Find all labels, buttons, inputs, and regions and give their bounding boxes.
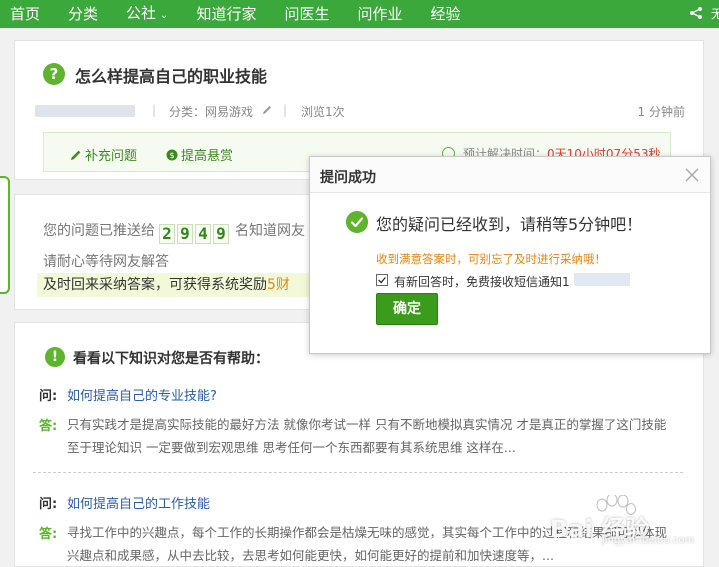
nav-homework[interactable]: 问作业 bbox=[343, 0, 416, 28]
related-answer-text: 只有实践才是提高实际技能的最好方法 就像你考试一样 只有不断地模拟真实情况 才是… bbox=[67, 417, 667, 455]
exclamation-icon: ! bbox=[45, 347, 65, 367]
top-nav: 首页 分类 公社 ⌄ 知道行家 问医生 问作业 经验 无 bbox=[0, 0, 719, 28]
question-title: 怎么样提高自己的职业技能 bbox=[75, 67, 268, 86]
supplement-question-button[interactable]: 补充问题 bbox=[70, 145, 137, 164]
supplement-question-label: 补充问题 bbox=[85, 149, 138, 164]
wait-notice: 请耐心等待网友解答 bbox=[43, 254, 169, 270]
nav-experts[interactable]: 知道行家 bbox=[182, 0, 270, 28]
edit-icon bbox=[71, 150, 81, 160]
baidu-jingyan-watermark: Bai 经验 jingyan.baidu.com bbox=[540, 495, 710, 555]
raise-reward-label: 提高悬赏 bbox=[181, 149, 234, 164]
question-label: 问: bbox=[39, 497, 58, 512]
question-label: 问: bbox=[39, 389, 58, 404]
phone-number-blurred bbox=[574, 273, 630, 286]
reward-amount: 5财 bbox=[267, 277, 290, 293]
meta-separator: | bbox=[152, 103, 157, 117]
push-digit: 2 bbox=[159, 224, 175, 244]
question-meta: | 分类：网易游戏 | 浏览1次 1 分钟前 bbox=[35, 103, 685, 119]
reward-notice: 及时回来采纳答案，可获得系统奖励5财 bbox=[37, 273, 313, 297]
coin-icon: $ bbox=[166, 149, 178, 161]
close-icon[interactable] bbox=[684, 167, 700, 183]
answer-label: 答: bbox=[39, 527, 58, 542]
push-digit: 9 bbox=[213, 224, 229, 244]
watermark-url: jingyan.baidu.com bbox=[602, 535, 695, 546]
dialog-header: 提问成功 bbox=[310, 157, 710, 193]
related-question-link[interactable]: 如何提高自己的工作技能 bbox=[67, 493, 210, 512]
push-prefix: 您的问题已推送给 bbox=[43, 223, 155, 239]
nav-doctor[interactable]: 问医生 bbox=[270, 0, 343, 28]
answer-label: 答: bbox=[39, 419, 58, 434]
dialog-title: 提问成功 bbox=[320, 170, 376, 186]
meta-separator: | bbox=[283, 103, 288, 117]
nav-category[interactable]: 分类 bbox=[54, 0, 112, 28]
confirm-button[interactable]: 确定 bbox=[376, 293, 438, 325]
reward-notice-text: 及时回来采纳答案，可获得系统奖励 bbox=[43, 277, 267, 293]
push-count: 2949 bbox=[159, 224, 231, 244]
pencil-icon[interactable] bbox=[261, 104, 273, 116]
side-feedback-tab[interactable] bbox=[0, 176, 10, 294]
question-category: 分类：网易游戏 bbox=[169, 105, 254, 119]
push-count-line: 您的问题已推送给 2 9 4 9 名知道网友 bbox=[43, 220, 305, 244]
related-question-link[interactable]: 如何提高自己的专业技能? bbox=[67, 385, 217, 404]
nav-more[interactable]: 无 bbox=[711, 0, 719, 28]
check-circle-icon bbox=[346, 211, 368, 233]
question-views: 浏览1次 bbox=[301, 105, 345, 119]
related-title: 看看以下知识对您是否有帮助： bbox=[73, 351, 269, 367]
adopt-tip: 收到满意答案时，可别忘了及时进行采纳哦！ bbox=[376, 252, 606, 266]
question-mark-icon: ? bbox=[43, 63, 65, 85]
svg-text:$: $ bbox=[169, 151, 174, 160]
ask-success-dialog: 提问成功 您的疑问已经收到，请稍等5分钟吧！ 收到满意答案时，可别忘了及时进行采… bbox=[309, 156, 711, 354]
divider bbox=[33, 472, 683, 473]
push-suffix: 名知道网友 bbox=[235, 223, 305, 239]
success-message: 您的疑问已经收到，请稍等5分钟吧！ bbox=[376, 215, 643, 234]
nav-home[interactable]: 首页 bbox=[0, 0, 54, 28]
username-blurred bbox=[35, 105, 135, 117]
raise-reward-button[interactable]: $ 提高悬赏 bbox=[166, 145, 233, 164]
question-time: 1 分钟前 bbox=[637, 105, 685, 119]
sms-notify-label: 有新回答时，免费接收短信通知1 bbox=[394, 275, 570, 289]
share-icon[interactable] bbox=[689, 6, 703, 20]
sms-notify-checkbox[interactable] bbox=[376, 274, 388, 286]
nav-community-label: 公社 bbox=[126, 3, 157, 22]
nav-community[interactable]: 公社 ⌄ bbox=[112, 0, 182, 30]
push-digit: 4 bbox=[195, 224, 211, 244]
nav-experience[interactable]: 经验 bbox=[416, 0, 474, 28]
chevron-down-icon: ⌄ bbox=[160, 9, 169, 21]
push-digit: 9 bbox=[177, 224, 193, 244]
